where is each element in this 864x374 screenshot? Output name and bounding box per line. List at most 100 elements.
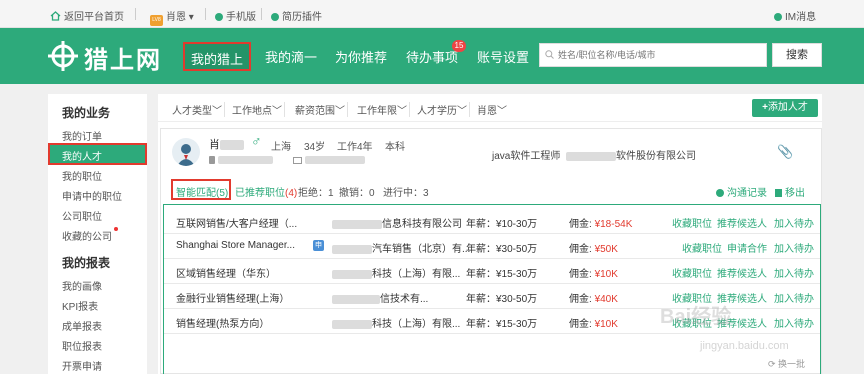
sidebar-item-position-report[interactable]: 职位报表	[62, 338, 102, 353]
sidebar-item-positions[interactable]: 我的职位	[62, 168, 102, 183]
job-salary: 年薪：¥15-30万	[466, 319, 538, 330]
nav-my-diyi[interactable]: 我的滴一	[265, 47, 317, 66]
stat-withdrawn: 撤销：0	[339, 188, 375, 199]
job-row[interactable]: 区域销售经理（华东） 科技（上海）有限... 年薪：¥15-30万 佣金: ¥1…	[164, 259, 820, 284]
paperclip-icon[interactable]: 📎	[777, 144, 793, 160]
sidebar-item-orders[interactable]: 我的订单	[62, 128, 102, 143]
mail-icon	[293, 157, 302, 164]
sidebar-item-company-positions[interactable]: 公司职位	[62, 208, 102, 223]
todo-count-badge: 15	[452, 40, 466, 52]
im-link[interactable]: IM消息	[774, 8, 816, 23]
nav-todo[interactable]: 待办事项	[406, 47, 458, 66]
candidate-phone	[209, 155, 273, 166]
job-title[interactable]: 互联网销售/大客户经理（...	[176, 215, 297, 230]
filter-owner[interactable]: 肖恩﹀	[477, 102, 509, 117]
job-title[interactable]: Shanghai Store Manager...	[176, 240, 295, 251]
refresh-batch-link[interactable]: ⟳ 换一批	[768, 357, 805, 370]
job-company: 信技术有...	[332, 290, 428, 305]
job-salary: 年薪：¥30-50万	[466, 244, 538, 255]
job-title[interactable]: 区域销售经理（华东）	[176, 265, 276, 280]
job-salary: 年薪：¥10-30万	[466, 219, 538, 230]
user-menu[interactable]: LV8 肖恩 ▾	[150, 8, 194, 26]
nav-account-settings[interactable]: 账号设置	[477, 47, 529, 66]
candidate-name[interactable]: 肖	[209, 136, 244, 152]
sidebar-item-kpi[interactable]: KPI报表	[62, 298, 98, 313]
apply-cooperation-link[interactable]: 申请合作	[727, 240, 767, 255]
add-todo-link[interactable]: 加入待办	[774, 315, 814, 330]
home-link[interactable]: 返回平台首页	[50, 8, 124, 23]
job-company: 科技（上海）有限...	[332, 265, 460, 280]
add-todo-link[interactable]: 加入待办	[774, 265, 814, 280]
main-panel: 人才类型﹀ 工作地点﹀ 薪资范围﹀ 工作年限﹀ 人才学历﹀ 肖恩﹀ +添加人才 …	[158, 94, 822, 374]
recommend-candidate-link[interactable]: 推荐候选人	[717, 215, 767, 230]
main-header: 猎上网 我的猎上 我的滴一 为你推荐 待办事项 15 账号设置 搜索	[0, 28, 864, 84]
favorite-job-link[interactable]: 收藏职位	[672, 215, 712, 230]
add-todo-link[interactable]: 加入待办	[774, 240, 814, 255]
job-fee: 佣金: ¥10K	[569, 269, 618, 280]
candidate-email	[293, 155, 365, 166]
filter-location[interactable]: 工作地点﹀	[232, 102, 285, 117]
sidebar-item-deals[interactable]: 成单报表	[62, 318, 102, 333]
sidebar-item-talent[interactable]: 我的人才	[48, 143, 147, 165]
candidate-age: 34岁	[304, 142, 326, 153]
phone-icon	[209, 156, 215, 164]
chat-bubble-icon	[716, 189, 724, 197]
utility-bar: 返回平台首页 LV8 肖恩 ▾ 手机版 简历插件 IM消息	[0, 0, 864, 28]
job-company: 信息科技有限公司	[332, 215, 462, 230]
add-talent-button[interactable]: +添加人才	[752, 99, 818, 117]
sidebar-item-applying[interactable]: 申请中的职位	[62, 188, 122, 203]
job-row[interactable]: 互联网销售/大客户经理（... 信息科技有限公司 年薪：¥10-30万 佣金: …	[164, 209, 820, 234]
mobile-link[interactable]: 手机版	[215, 8, 256, 23]
filter-salary[interactable]: 薪资范围﹀	[295, 102, 348, 117]
contact-log-button[interactable]: 沟通记录	[716, 184, 767, 199]
job-fee: 佣金: ¥18-54K	[569, 219, 633, 230]
job-title[interactable]: 销售经理(热泵方向）	[176, 315, 269, 330]
recommend-candidate-link[interactable]: 推荐候选人	[717, 265, 767, 280]
tab-recommended[interactable]: 已推荐职位(4)	[235, 184, 297, 199]
avatar	[172, 138, 200, 166]
filter-bar: 人才类型﹀ 工作地点﹀ 薪资范围﹀ 工作年限﹀ 人才学历﹀ 肖恩﹀ +添加人才	[158, 94, 822, 122]
favorite-job-link[interactable]: 收藏职位	[682, 240, 722, 255]
search-icon	[545, 50, 554, 59]
plugin-icon	[271, 13, 279, 21]
filter-talent-type[interactable]: 人才类型﹀	[172, 102, 225, 117]
search-button[interactable]: 搜索	[772, 43, 822, 67]
reports-heading: 我的报表	[62, 256, 111, 270]
candidate-city: 上海	[271, 142, 291, 153]
plugin-link[interactable]: 简历插件	[271, 8, 322, 23]
search-input[interactable]	[558, 47, 758, 63]
tab-smart-match[interactable]: 智能匹配(5)	[171, 179, 231, 200]
job-title[interactable]: 金融行业销售经理(上海）	[176, 290, 289, 305]
add-todo-link[interactable]: 加入待办	[774, 215, 814, 230]
filter-experience[interactable]: 工作年限﹀	[357, 102, 410, 117]
job-salary: 年薪：¥15-30万	[466, 269, 538, 280]
notification-dot	[114, 227, 118, 231]
application-badge: 申	[313, 240, 324, 251]
job-fee: 佣金: ¥10K	[569, 319, 618, 330]
add-todo-link[interactable]: 加入待办	[774, 290, 814, 305]
candidate-job-title: java软件工程师	[492, 151, 561, 162]
favorite-job-link[interactable]: 收藏职位	[672, 265, 712, 280]
nav-my-lieshang[interactable]: 我的猎上	[183, 42, 251, 71]
stat-in-progress: 进行中：3	[383, 188, 429, 199]
job-row[interactable]: Shanghai Store Manager... 申 汽车销售（北京）有...…	[164, 234, 820, 259]
sidebar-item-invoice[interactable]: 开票申请	[62, 358, 102, 373]
sidebar-item-favorite-companies[interactable]: 收藏的公司	[62, 228, 112, 243]
crosshair-logo-icon	[48, 41, 78, 71]
home-icon	[50, 11, 61, 21]
mobile-icon	[215, 13, 223, 21]
match-tabs: 智能匹配(5) 已推荐职位(4) 拒绝：1 撤销：0 进行中：3 沟通记录 移出	[161, 179, 821, 201]
candidate-card: 肖 ♂ 上海 34岁 工作4年 本科 java软件工程师 软件股份有限公司 📎 …	[160, 128, 822, 374]
job-company: 科技（上海）有限...	[332, 315, 460, 330]
job-company: 汽车销售（北京）有...	[332, 240, 470, 255]
male-icon: ♂	[251, 133, 262, 149]
nav-recommended[interactable]: 为你推荐	[335, 47, 387, 66]
remove-button[interactable]: 移出	[775, 184, 805, 199]
sidebar-item-portrait[interactable]: 我的画像	[62, 278, 102, 293]
job-fee: 佣金: ¥50K	[569, 244, 618, 255]
filter-education[interactable]: 人才学历﹀	[417, 102, 470, 117]
search-box	[539, 43, 767, 67]
candidate-company: 软件股份有限公司	[566, 147, 696, 162]
stat-rejected: 拒绝：1	[298, 188, 334, 199]
candidate-experience: 工作4年	[337, 142, 373, 153]
